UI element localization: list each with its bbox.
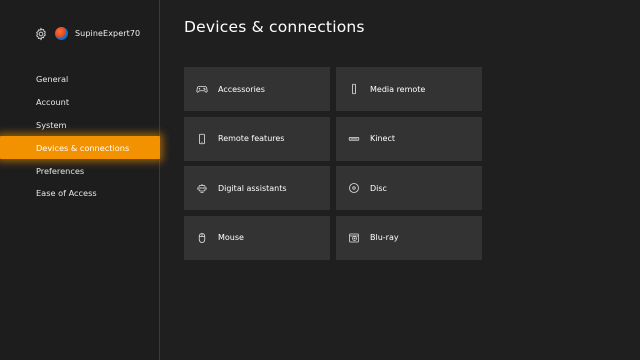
gear-icon[interactable] [34,26,48,41]
kinect-icon [348,133,360,145]
sidebar-item-system[interactable]: System [0,114,160,137]
sidebar-item-ease-of-access[interactable]: Ease of Access [0,182,160,205]
tile-label: Media remote [370,84,426,94]
username[interactable]: SupineExpert70 [75,29,140,38]
profile-header: SupineExpert70 [34,24,140,42]
tile-label: Disc [370,183,387,193]
sidebar-nav: General Account System Devices & connect… [0,68,160,205]
page-title: Devices & connections [184,18,365,36]
controller-icon [196,83,208,95]
sidebar-item-devices-connections[interactable]: Devices & connections [0,136,160,160]
tile-media-remote[interactable]: Media remote [336,67,482,111]
settings-screen: SupineExpert70 General Account System De… [0,0,640,360]
sidebar: SupineExpert70 General Account System De… [0,0,160,360]
tile-digital-assistants[interactable]: Digital assistants [184,166,330,210]
sidebar-item-general[interactable]: General [0,68,160,91]
tile-disc[interactable]: Disc [336,166,482,210]
assistant-icon [196,182,208,194]
tile-label: Digital assistants [218,183,287,193]
tile-accessories[interactable]: Accessories [184,67,330,111]
device-tiles-grid: Accessories Media remote Remote features [184,67,482,260]
tile-label: Mouse [218,233,244,242]
tile-blu-ray[interactable]: Blu-ray [336,215,482,260]
tile-mouse[interactable]: Mouse [184,215,330,260]
tile-label: Blu-ray [370,233,399,242]
avatar[interactable] [54,25,69,41]
tile-label: Accessories [218,84,265,94]
tile-remote-features[interactable]: Remote features [184,116,330,161]
sidebar-item-preferences[interactable]: Preferences [0,159,160,182]
media-remote-icon [348,83,360,95]
tile-label: Kinect [370,134,395,143]
tile-kinect[interactable]: Kinect [336,116,482,161]
disc-icon [348,182,360,194]
bluray-icon [348,232,360,244]
mouse-icon [196,232,208,244]
phone-icon [196,133,208,145]
sidebar-item-account[interactable]: Account [0,91,160,114]
tile-label: Remote features [218,134,285,143]
